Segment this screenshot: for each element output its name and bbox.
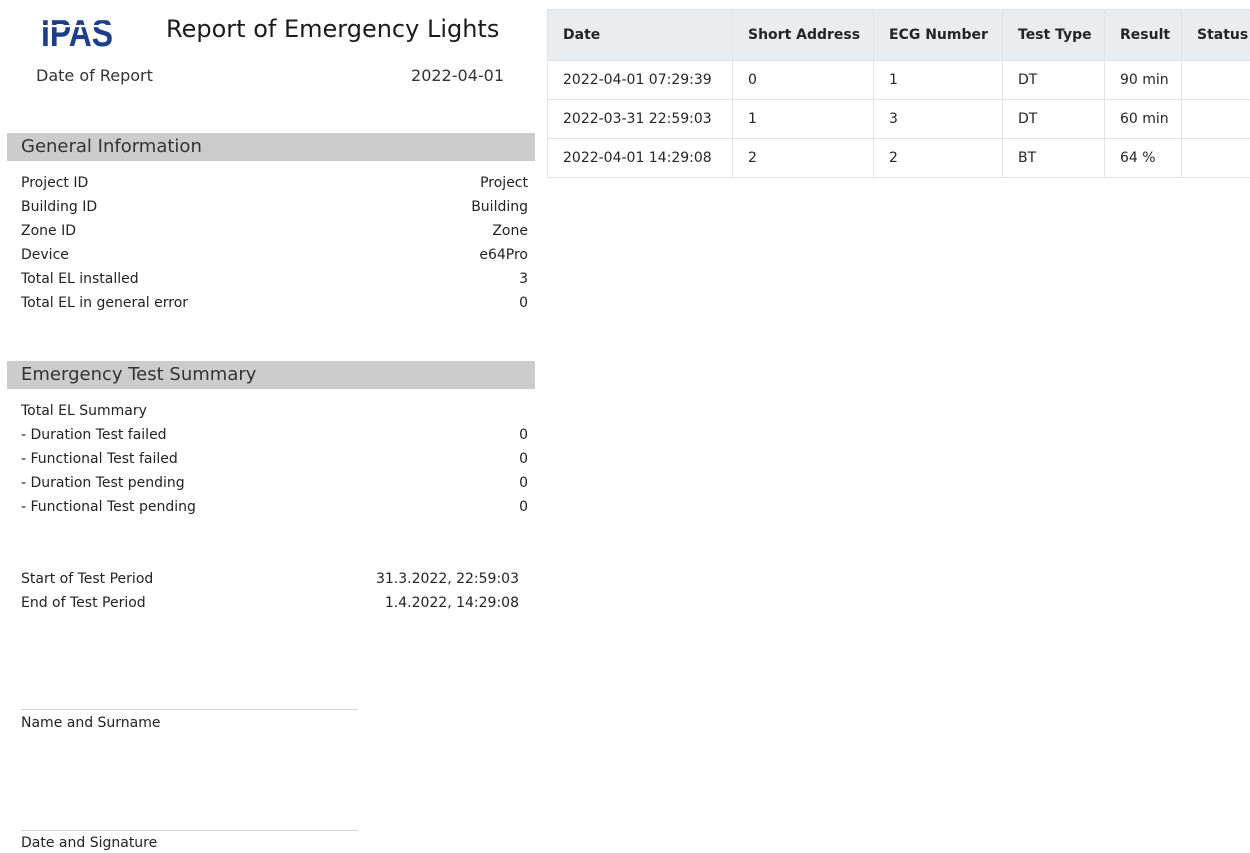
cell-ecg-number: 3 [874, 100, 1003, 139]
results-table: Date Short Address ECG Number Test Type … [547, 9, 1250, 178]
cell-short-address: 1 [733, 100, 874, 139]
cell-date: 2022-04-01 07:29:39 [548, 61, 733, 100]
report-title: Report of Emergency Lights [166, 12, 499, 46]
column-header-ecg-number[interactable]: ECG Number [874, 10, 1003, 61]
test-period-end-value: 1.4.2022, 14:29:08 [385, 591, 519, 615]
column-header-date[interactable]: Date [548, 10, 733, 61]
ipas-logo: IPAS [40, 12, 114, 52]
summary-row-duration-failed: - Duration Test failed 0 [21, 423, 528, 447]
results-table-container: Date Short Address ECG Number Test Type … [547, 9, 1250, 178]
info-value: Project [480, 171, 528, 195]
test-period-start-label: Start of Test Period [21, 571, 153, 587]
cell-short-address: 2 [733, 139, 874, 178]
general-information-heading: General Information [21, 133, 202, 161]
info-label: Total EL in general error [21, 295, 188, 311]
summary-row-label: - Functional Test pending [21, 499, 196, 515]
summary-title-row: Total EL Summary [21, 399, 528, 423]
cell-status [1182, 139, 1250, 178]
emergency-test-summary-heading: Emergency Test Summary [21, 361, 256, 389]
cell-result: 60 min [1105, 100, 1182, 139]
table-header-row: Date Short Address ECG Number Test Type … [548, 10, 1250, 61]
summary-row-functional-failed: - Functional Test failed 0 [21, 447, 528, 471]
column-header-result[interactable]: Result [1105, 10, 1182, 61]
test-period-start-value: 31.3.2022, 22:59:03 [376, 567, 519, 591]
summary-row-duration-pending: - Duration Test pending 0 [21, 471, 528, 495]
info-value: 3 [519, 267, 528, 291]
report-panel: IPAS Report of Emergency Lights Date of … [0, 0, 535, 852]
cell-short-address: 0 [733, 61, 874, 100]
info-row-total-el-general-error: Total EL in general error 0 [21, 291, 528, 315]
name-and-surname-label: Name and Surname [21, 713, 161, 733]
info-row-project-id: Project ID Project [21, 171, 528, 195]
info-value: 0 [519, 291, 528, 315]
cell-date: 2022-03-31 22:59:03 [548, 100, 733, 139]
cell-test-type: DT [1003, 100, 1105, 139]
info-label: Device [21, 247, 69, 263]
cell-ecg-number: 1 [874, 61, 1003, 100]
summary-row-label: - Duration Test pending [21, 475, 185, 491]
date-and-signature-label: Date and Signature [21, 833, 157, 853]
cell-result: 64 % [1105, 139, 1182, 178]
info-value: e64Pro [479, 243, 528, 267]
column-header-status[interactable]: Status [1182, 10, 1250, 61]
column-header-test-type[interactable]: Test Type [1003, 10, 1105, 61]
info-label: Project ID [21, 175, 88, 191]
date-of-report: Date of Report 2022-04-01 [36, 64, 504, 88]
info-row-total-el-installed: Total EL installed 3 [21, 267, 528, 291]
info-label: Zone ID [21, 223, 76, 239]
general-information-header: General Information [7, 133, 535, 161]
cell-test-type: DT [1003, 61, 1105, 100]
cell-ecg-number: 2 [874, 139, 1003, 178]
cell-status [1182, 61, 1250, 100]
info-value: Building [471, 195, 528, 219]
info-value: Zone [492, 219, 528, 243]
table-row[interactable]: 2022-03-31 22:59:03 1 3 DT 60 min [548, 100, 1250, 139]
cell-test-type: BT [1003, 139, 1105, 178]
column-header-short-address[interactable]: Short Address [733, 10, 874, 61]
info-row-device: Device e64Pro [21, 243, 528, 267]
date-signature-line [21, 830, 358, 831]
table-row[interactable]: 2022-04-01 07:29:39 0 1 DT 90 min [548, 61, 1250, 100]
summary-row-value: 0 [519, 423, 528, 447]
summary-row-value: 0 [519, 447, 528, 471]
info-row-building-id: Building ID Building [21, 195, 528, 219]
info-label: Building ID [21, 199, 97, 215]
summary-row-label: - Functional Test failed [21, 451, 178, 467]
summary-row-functional-pending: - Functional Test pending 0 [21, 495, 528, 519]
summary-row-value: 0 [519, 495, 528, 519]
cell-status [1182, 100, 1250, 139]
test-period-start: Start of Test Period 31.3.2022, 22:59:03 [21, 567, 519, 591]
info-label: Total EL installed [21, 271, 139, 287]
date-of-report-label: Date of Report [36, 66, 153, 85]
name-signature-line [21, 709, 358, 710]
table-row[interactable]: 2022-04-01 14:29:08 2 2 BT 64 % [548, 139, 1250, 178]
summary-row-value: 0 [519, 471, 528, 495]
emergency-test-summary-header: Emergency Test Summary [7, 361, 535, 389]
test-period-end-label: End of Test Period [21, 595, 146, 611]
summary-row-label: - Duration Test failed [21, 427, 167, 443]
cell-result: 90 min [1105, 61, 1182, 100]
test-period-end: End of Test Period 1.4.2022, 14:29:08 [21, 591, 519, 615]
summary-label: Total EL Summary [21, 403, 147, 419]
date-of-report-value: 2022-04-01 [411, 64, 504, 88]
info-row-zone-id: Zone ID Zone [21, 219, 528, 243]
cell-date: 2022-04-01 14:29:08 [548, 139, 733, 178]
